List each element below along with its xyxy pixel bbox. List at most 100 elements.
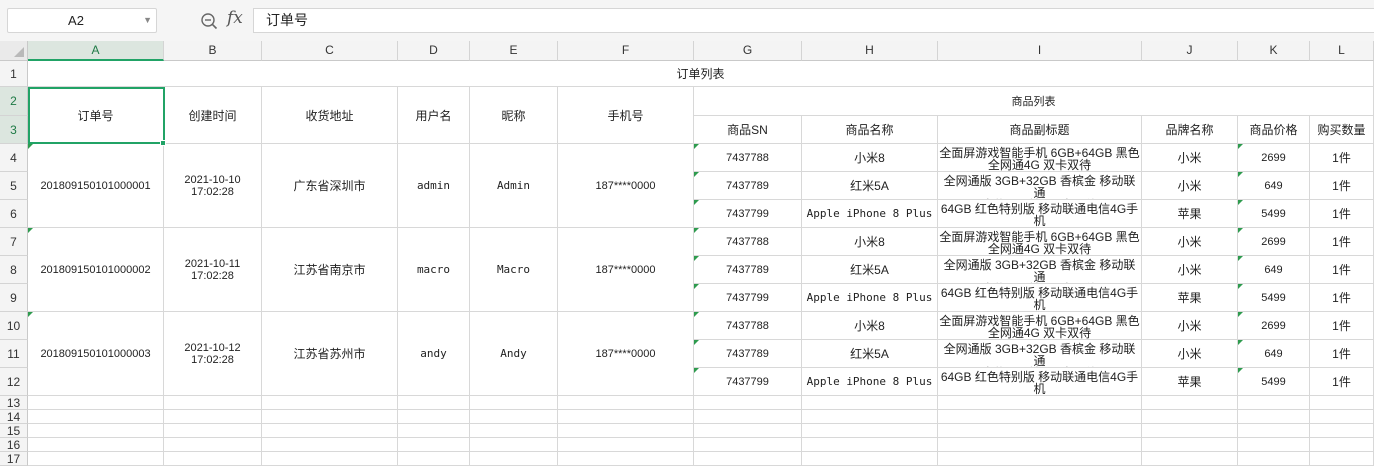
header-phone[interactable]: 手机号 [558,87,694,144]
goods-subtitle-cell[interactable]: 全面屏游戏智能手机 6GB+64GB 黑色 全网通4G 双卡双待 [938,312,1142,340]
price-cell[interactable]: 649 [1238,172,1310,200]
empty-cell[interactable] [558,452,694,466]
row-header-15[interactable]: 15 [0,424,28,438]
row-header-5[interactable]: 5 [0,172,28,200]
header-username[interactable]: 用户名 [398,87,470,144]
address-cell[interactable]: 江苏省苏州市 [262,312,398,396]
empty-cell[interactable] [802,396,938,410]
empty-cell[interactable] [1310,410,1374,424]
empty-cell[interactable] [398,452,470,466]
price-cell[interactable]: 5499 [1238,368,1310,396]
empty-cell[interactable] [470,452,558,466]
address-cell[interactable]: 广东省深圳市 [262,144,398,228]
empty-cell[interactable] [1238,452,1310,466]
column-header-k[interactable]: K [1238,41,1310,61]
row-header-2[interactable]: 2 [0,87,28,116]
price-cell[interactable]: 5499 [1238,200,1310,228]
empty-cell[interactable] [694,396,802,410]
row-header-10[interactable]: 10 [0,312,28,340]
empty-cell[interactable] [1142,452,1238,466]
goods-subtitle-cell[interactable]: 全网通版 3GB+32GB 香槟金 移动联通电信4G手机 双卡双待 [938,340,1142,368]
empty-cell[interactable] [938,452,1142,466]
row-header-17[interactable]: 17 [0,452,28,466]
empty-cell[interactable] [164,452,262,466]
qty-cell[interactable]: 1件 [1310,228,1374,256]
empty-cell[interactable] [262,424,398,438]
row-header-14[interactable]: 14 [0,410,28,424]
goods-name-cell[interactable]: 小米8 [802,144,938,172]
brand-cell[interactable]: 小米 [1142,172,1238,200]
price-cell[interactable]: 2699 [1238,144,1310,172]
empty-cell[interactable] [164,424,262,438]
qty-cell[interactable]: 1件 [1310,200,1374,228]
empty-cell[interactable] [398,424,470,438]
goods-name-cell[interactable]: Apple iPhone 8 Plus [802,284,938,312]
goods-name-cell[interactable]: 小米8 [802,228,938,256]
price-cell[interactable]: 649 [1238,256,1310,284]
column-header-j[interactable]: J [1142,41,1238,61]
header-qty[interactable]: 购买数量 [1310,116,1374,144]
column-header-b[interactable]: B [164,41,262,61]
row-header-13[interactable]: 13 [0,396,28,410]
brand-cell[interactable]: 小米 [1142,256,1238,284]
name-box[interactable]: A2 ▼ [7,8,157,33]
empty-cell[interactable] [802,424,938,438]
empty-cell[interactable] [938,396,1142,410]
empty-cell[interactable] [1310,438,1374,452]
empty-cell[interactable] [28,438,164,452]
goods-sn-cell[interactable]: 7437788 [694,228,802,256]
nickname-cell[interactable]: Macro [470,228,558,312]
empty-cell[interactable] [1310,396,1374,410]
empty-cell[interactable] [28,452,164,466]
qty-cell[interactable]: 1件 [1310,340,1374,368]
empty-cell[interactable] [164,438,262,452]
empty-cell[interactable] [164,410,262,424]
column-header-h[interactable]: H [802,41,938,61]
row-header-11[interactable]: 11 [0,340,28,368]
goods-sn-cell[interactable]: 7437789 [694,256,802,284]
goods-sn-cell[interactable]: 7437799 [694,368,802,396]
brand-cell[interactable]: 小米 [1142,144,1238,172]
header-price[interactable]: 商品价格 [1238,116,1310,144]
goods-subtitle-cell[interactable]: 64GB 红色特别版 移动联通电信4G手机 [938,200,1142,228]
qty-cell[interactable]: 1件 [1310,256,1374,284]
empty-cell[interactable] [470,438,558,452]
fill-handle[interactable] [160,140,166,146]
header-brand[interactable]: 品牌名称 [1142,116,1238,144]
function-icon[interactable]: fx [227,8,243,28]
empty-cell[interactable] [470,424,558,438]
formula-input[interactable]: 订单号 [253,8,1374,33]
price-cell[interactable]: 2699 [1238,228,1310,256]
column-header-c[interactable]: C [262,41,398,61]
header-address[interactable]: 收货地址 [262,87,398,144]
brand-cell[interactable]: 苹果 [1142,368,1238,396]
goods-name-cell[interactable]: 小米8 [802,312,938,340]
empty-cell[interactable] [938,438,1142,452]
order-no-cell[interactable]: 201809150101000003 [28,312,164,396]
empty-cell[interactable] [938,410,1142,424]
header-goods-list[interactable]: 商品列表 [694,87,1374,116]
row-header-12[interactable]: 12 [0,368,28,396]
goods-subtitle-cell[interactable]: 全面屏游戏智能手机 6GB+64GB 黑色 全网通4G 双卡双待 [938,228,1142,256]
column-header-i[interactable]: I [938,41,1142,61]
nickname-cell[interactable]: Andy [470,312,558,396]
empty-cell[interactable] [1142,438,1238,452]
goods-subtitle-cell[interactable]: 全网通版 3GB+32GB 香槟金 移动联通电信4G手机 双卡双待 [938,256,1142,284]
header-order-no[interactable]: 订单号 [28,87,164,144]
price-cell[interactable]: 5499 [1238,284,1310,312]
sheet-title-cell[interactable]: 订单列表 [28,61,1374,87]
empty-cell[interactable] [694,424,802,438]
phone-cell[interactable]: 187****0000 [558,312,694,396]
goods-sn-cell[interactable]: 7437789 [694,172,802,200]
qty-cell[interactable]: 1件 [1310,144,1374,172]
row-header-1[interactable]: 1 [0,61,28,87]
empty-cell[interactable] [802,452,938,466]
address-cell[interactable]: 江苏省南京市 [262,228,398,312]
row-header-7[interactable]: 7 [0,228,28,256]
empty-cell[interactable] [1142,410,1238,424]
phone-cell[interactable]: 187****0000 [558,228,694,312]
price-cell[interactable]: 649 [1238,340,1310,368]
chevron-down-icon[interactable]: ▼ [143,9,152,32]
column-header-f[interactable]: F [558,41,694,61]
column-header-g[interactable]: G [694,41,802,61]
